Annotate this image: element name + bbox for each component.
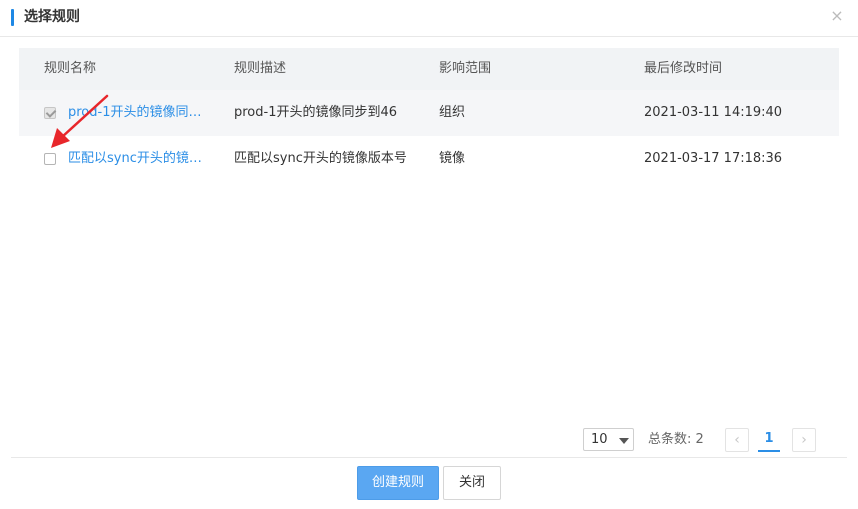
page-number-current[interactable]: 1 xyxy=(758,428,780,452)
row-checkbox[interactable] xyxy=(44,153,56,165)
rule-modified-time: 2021-03-17 17:18:36 xyxy=(644,151,783,166)
select-rule-dialog: 选择规则 × 规则名称 规则描述 影响范围 最后修改时间 prod-1开头的镜像… xyxy=(0,0,858,509)
close-icon[interactable]: × xyxy=(829,8,845,24)
rules-table: 规则名称 规则描述 影响范围 最后修改时间 prod-1开头的镜像同步... p… xyxy=(19,48,839,182)
row-checkbox[interactable] xyxy=(44,107,56,119)
total-count: 总条数: 2 xyxy=(648,432,704,447)
dialog-title: 选择规则 xyxy=(24,9,80,25)
table-row[interactable]: 匹配以sync开头的镜像... 匹配以sync开头的镜像版本号 镜像 2021-… xyxy=(19,136,839,182)
title-accent-bar xyxy=(11,9,14,26)
footer-divider xyxy=(11,457,847,458)
header-scope[interactable]: 影响范围 xyxy=(439,60,491,78)
create-rule-button[interactable]: 创建规则 xyxy=(357,466,439,500)
chevron-down-icon xyxy=(619,438,629,444)
header-rule-description[interactable]: 规则描述 xyxy=(234,60,286,78)
header-rule-name[interactable]: 规则名称 xyxy=(44,60,96,78)
table-header: 规则名称 规则描述 影响范围 最后修改时间 xyxy=(19,48,839,90)
chevron-left-icon[interactable]: ‹ xyxy=(725,428,749,452)
page-size-select[interactable]: 10 xyxy=(583,428,634,451)
rule-description: prod-1开头的镜像同步到46 xyxy=(234,105,398,120)
chevron-right-icon[interactable]: › xyxy=(792,428,816,452)
table-row[interactable]: prod-1开头的镜像同步... prod-1开头的镜像同步到46 组织 202… xyxy=(19,90,839,136)
rule-description: 匹配以sync开头的镜像版本号 xyxy=(234,151,407,166)
rule-modified-time: 2021-03-11 14:19:40 xyxy=(644,105,783,120)
header-last-modified[interactable]: 最后修改时间 xyxy=(644,60,722,78)
close-button[interactable]: 关闭 xyxy=(443,466,501,500)
dialog-header: 选择规则 × xyxy=(0,0,858,37)
rule-name-link[interactable]: prod-1开头的镜像同步... xyxy=(68,104,213,122)
rule-scope: 组织 xyxy=(439,105,466,120)
rule-scope: 镜像 xyxy=(439,151,466,166)
rule-name-link[interactable]: 匹配以sync开头的镜像... xyxy=(68,150,213,168)
page-size-value: 10 xyxy=(591,432,608,447)
